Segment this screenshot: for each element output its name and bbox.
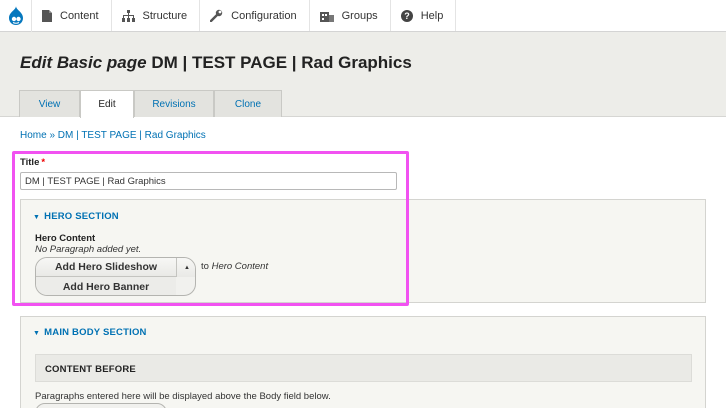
toolbar-help-label: Help	[420, 9, 444, 22]
required-marker: *	[41, 157, 46, 168]
svg-text:?: ?	[404, 11, 410, 21]
main-body-section-toggle[interactable]: ▼ MAIN BODY SECTION	[33, 327, 147, 338]
hero-content-label: Hero Content	[35, 233, 96, 244]
tab-view[interactable]: View	[19, 90, 80, 117]
wrench-icon	[210, 9, 223, 22]
tab-edit[interactable]: Edit	[80, 90, 134, 118]
add-to-label: to Hero Content	[201, 261, 268, 272]
content-before-title: CONTENT BEFORE	[45, 364, 136, 375]
hero-section-title: HERO SECTION	[44, 211, 119, 222]
tab-revisions[interactable]: Revisions	[134, 90, 214, 117]
paragraphs-help-text: Paragraphs entered here will be displaye…	[35, 391, 331, 402]
page-title: Edit Basic page DM | TEST PAGE | Rad Gra…	[20, 53, 412, 73]
to-text: to	[201, 261, 209, 272]
hero-section-toggle[interactable]: ▼ HERO SECTION	[33, 211, 119, 222]
hero-empty-text: No Paragraph added yet.	[35, 244, 142, 255]
sitemap-icon	[121, 9, 135, 22]
title-field-label: Title *	[20, 157, 45, 168]
primary-tabs: View Edit Revisions Clone	[19, 90, 282, 118]
title-input[interactable]	[20, 172, 397, 190]
toolbar-configuration[interactable]: Configuration	[200, 0, 310, 31]
add-hero-slideshow-button[interactable]: Add Hero Slideshow	[36, 258, 176, 277]
drupal-logo-icon[interactable]	[0, 0, 32, 32]
title-label-text: Title	[20, 157, 40, 168]
tab-clone[interactable]: Clone	[214, 90, 282, 117]
hero-section: ▼ HERO SECTION Hero Content No Paragraph …	[20, 199, 706, 303]
toolbar-content[interactable]: Content	[32, 0, 112, 31]
to-target: Hero Content	[211, 261, 269, 272]
breadcrumb[interactable]: Home » DM | TEST PAGE | Rad Graphics	[20, 130, 206, 141]
group-icon	[319, 11, 334, 22]
collapse-triangle-icon: ▼	[33, 330, 41, 337]
toolbar-structure[interactable]: Structure	[112, 0, 201, 31]
toolbar-help[interactable]: ? Help	[391, 0, 457, 31]
dropbutton-toggle-icon[interactable]: ▲	[176, 258, 195, 277]
toolbar-configuration-label: Configuration	[231, 9, 297, 22]
add-hero-banner-button[interactable]: Add Hero Banner	[36, 277, 176, 295]
file-icon	[42, 9, 52, 22]
content-before-header: CONTENT BEFORE	[35, 354, 692, 382]
add-paragraph-dropbutton: Add Hero Slideshow Add Hero Banner ▲	[35, 257, 196, 296]
content-before-dropbutton[interactable]	[35, 403, 167, 408]
admin-toolbar: Content Structure Configuration Groups ?…	[0, 0, 726, 32]
toolbar-structure-label: Structure	[142, 9, 188, 22]
help-icon: ?	[400, 9, 413, 22]
toolbar-groups[interactable]: Groups	[310, 0, 391, 31]
toolbar-spacer	[456, 0, 726, 31]
toolbar-content-label: Content	[60, 9, 99, 22]
page-title-emphasis: Edit Basic page	[20, 53, 147, 72]
main-body-section-title: MAIN BODY SECTION	[44, 327, 147, 338]
page-header: Edit Basic page DM | TEST PAGE | Rad Gra…	[0, 32, 726, 118]
collapse-triangle-icon: ▼	[33, 214, 41, 221]
page-title-rest: DM | TEST PAGE | Rad Graphics	[146, 53, 412, 72]
toolbar-groups-label: Groups	[341, 9, 378, 22]
main-body-section: ▼ MAIN BODY SECTION CONTENT BEFORE Paragr…	[20, 316, 706, 408]
